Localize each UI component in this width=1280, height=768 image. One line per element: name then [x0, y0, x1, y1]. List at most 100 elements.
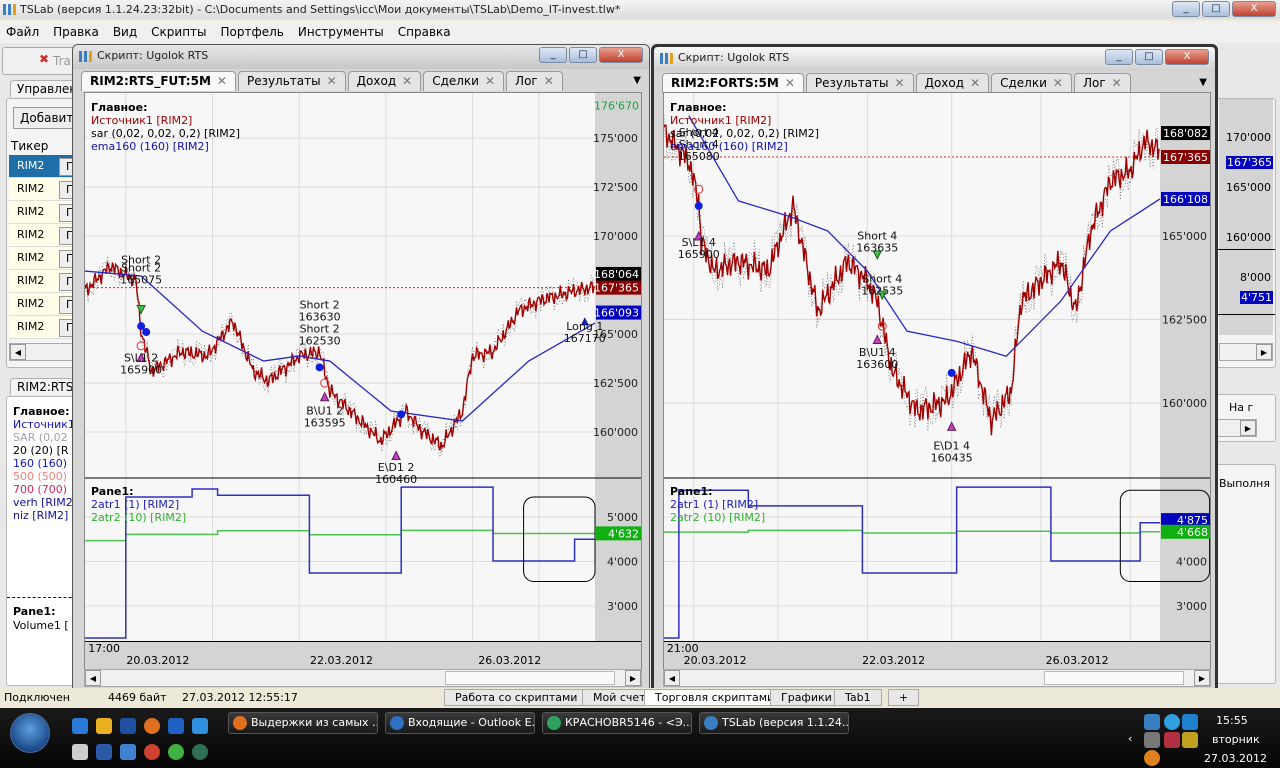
close-tab-icon[interactable]: ✕ — [970, 76, 980, 90]
tab-2[interactable]: Доход ✕ — [915, 73, 990, 93]
scroll-left-icon[interactable]: ◀ — [85, 670, 101, 686]
outlook-icon[interactable] — [120, 744, 136, 760]
tab-3[interactable]: Сделки ✕ — [423, 71, 505, 91]
start-button[interactable] — [10, 713, 50, 753]
close-button[interactable]: X — [1165, 49, 1209, 65]
horizontal-scrollbar[interactable]: ▶ — [1217, 419, 1257, 437]
volume-icon[interactable] — [1144, 732, 1160, 748]
ie-icon[interactable] — [72, 718, 88, 734]
taskbar-item[interactable]: Входящие - Outlook E... — [385, 712, 535, 734]
close-tab-icon[interactable]: ✕ — [485, 74, 495, 88]
price-tick-label: 165'000 — [1162, 230, 1207, 243]
workspace-tab[interactable]: Графики — [770, 689, 843, 706]
time-label: 20.03.2012 — [126, 654, 190, 667]
calculator-icon[interactable] — [72, 744, 88, 760]
chrome-icon[interactable] — [144, 744, 160, 760]
tab-3[interactable]: Сделки ✕ — [991, 73, 1072, 93]
taskbar-item[interactable]: КРАСНОВR5146 - <Э... — [542, 712, 692, 734]
legend-line: Источник1 — [13, 418, 75, 431]
menu-help[interactable]: Справка — [398, 21, 451, 43]
scroll-left-icon[interactable]: ◀ — [10, 344, 26, 360]
workspace-tab[interactable]: Работа со скриптами — [444, 689, 589, 706]
scroll-right-icon[interactable]: ▶ — [1256, 344, 1272, 360]
scroll-right-icon[interactable]: ▶ — [1194, 670, 1210, 686]
scroll-right-icon[interactable]: ▶ — [625, 670, 641, 686]
legend-line: niz [RIM2] — [13, 509, 69, 522]
language-flag-icon[interactable] — [1164, 732, 1180, 748]
maximize-button[interactable]: □ — [569, 47, 597, 63]
menu-portfolio[interactable]: Портфель — [221, 21, 284, 43]
close-tab-icon[interactable]: ✕ — [1053, 76, 1063, 90]
atr-tag: 4'632 — [608, 527, 639, 540]
window-title-bar[interactable]: Скрипт: Ugolok RTS _ □ X — [73, 45, 649, 69]
tray-icon[interactable] — [1144, 750, 1160, 766]
horizontal-scrollbar[interactable]: ◀ ▶ — [84, 669, 642, 687]
task-label: Входящие - Outlook E... — [408, 716, 535, 729]
maximize-button[interactable]: □ — [1202, 1, 1230, 17]
quicklaunch-icon[interactable] — [192, 744, 208, 760]
tray-icon[interactable] — [1144, 714, 1160, 730]
network-icon[interactable] — [1182, 714, 1198, 730]
tab-menu-icon[interactable]: ▼ — [633, 71, 641, 91]
quicklaunch-icon[interactable] — [96, 718, 112, 734]
quicklaunch-icon[interactable] — [168, 744, 184, 760]
close-tab-icon[interactable]: ✕ — [402, 74, 412, 88]
tray-expand-icon[interactable]: ‹ — [1128, 732, 1132, 745]
tab-0[interactable]: RIM2:RTS_FUT:5M ✕ — [81, 71, 236, 91]
close-tab-icon[interactable]: ✕ — [1112, 76, 1122, 90]
taskbar-item[interactable]: TSLab (версия 1.1.24... — [699, 712, 849, 734]
tab-chart-rim2[interactable]: RIM2:RTS — [10, 378, 81, 395]
firefox-icon[interactable] — [144, 718, 160, 734]
tab-4[interactable]: Лог ✕ — [1073, 73, 1131, 93]
quicklaunch-icon[interactable] — [192, 718, 208, 734]
close-tab-icon[interactable]: ✕ — [544, 74, 554, 88]
menu-edit[interactable]: Правка — [53, 21, 99, 43]
word-icon[interactable] — [96, 744, 112, 760]
minimize-button[interactable]: _ — [539, 47, 567, 63]
horizontal-scrollbar[interactable]: ▶ — [1219, 343, 1273, 361]
horizontal-scrollbar[interactable]: ◀ ▶ — [663, 669, 1211, 687]
workspace-tab[interactable]: Торговля скриптами — [644, 689, 786, 706]
tab-1[interactable]: Результаты ✕ — [237, 71, 346, 91]
workspace-tab[interactable]: Tab1 — [834, 689, 882, 706]
entry-dot-marker — [694, 201, 703, 210]
tab-label: Результаты — [814, 76, 889, 90]
close-tab-icon[interactable]: ✕ — [895, 76, 905, 90]
chart-area[interactable]: 165'000162'500160'0005'0004'0003'000Shor… — [663, 92, 1211, 670]
quicklaunch-icon[interactable] — [168, 718, 184, 734]
tab-2[interactable]: Доход ✕ — [347, 71, 422, 91]
clock-time[interactable]: 15:55 — [1216, 714, 1248, 727]
chart-area[interactable]: 175'000 172'500 170'000 165'000 162'500 160'0… — [84, 92, 642, 670]
minimize-button[interactable]: _ — [1172, 1, 1200, 17]
close-tab-icon[interactable]: ✕ — [217, 74, 227, 88]
tab-0[interactable]: RIM2:FORTS:5M ✕ — [662, 73, 804, 93]
menu-view[interactable]: Вид — [113, 21, 137, 43]
scroll-thumb[interactable] — [1044, 671, 1184, 685]
scroll-left-icon[interactable]: ◀ — [664, 670, 680, 686]
menu-bar: Файл Правка Вид Скрипты Портфель Инструм… — [0, 21, 1280, 43]
menu-scripts[interactable]: Скрипты — [151, 21, 206, 43]
tab-menu-icon[interactable]: ▼ — [1199, 73, 1207, 93]
chart-canvas[interactable]: 165'000162'500160'0005'0004'0003'000Shor… — [664, 93, 1210, 641]
close-tab-icon[interactable]: ✕ — [327, 74, 337, 88]
maximize-button[interactable]: □ — [1135, 49, 1163, 65]
chart-canvas[interactable]: 175'000172'500170'000165'000162'500160'0… — [85, 93, 641, 641]
minimize-button[interactable]: _ — [1105, 49, 1133, 65]
tray-icon[interactable] — [1182, 732, 1198, 748]
close-button[interactable]: X — [599, 47, 643, 63]
workspace-tab[interactable]: + — [888, 689, 920, 706]
scroll-right-icon[interactable]: ▶ — [1240, 420, 1256, 436]
legend-line: 2atr2 (10) [RIM2] — [91, 511, 187, 524]
menu-file[interactable]: Файл — [6, 21, 39, 43]
quicklaunch-icon[interactable] — [120, 718, 136, 734]
window-title-bar[interactable]: Скрипт: Ugolok RTS _ □ X — [654, 47, 1215, 71]
scroll-thumb[interactable] — [445, 671, 615, 685]
close-button[interactable]: X — [1232, 1, 1276, 17]
tray-icon[interactable] — [1164, 714, 1180, 730]
tab-1[interactable]: Результаты ✕ — [805, 73, 914, 93]
tab-4[interactable]: Лог ✕ — [506, 71, 563, 91]
app-title-bar: TSLab (версия 1.1.24.23:32bit) - C:\Docu… — [0, 0, 1280, 19]
taskbar-item[interactable]: Выдержки из самых ... — [228, 712, 378, 734]
menu-tools[interactable]: Инструменты — [298, 21, 384, 43]
close-tab-icon[interactable]: ✕ — [785, 76, 795, 90]
